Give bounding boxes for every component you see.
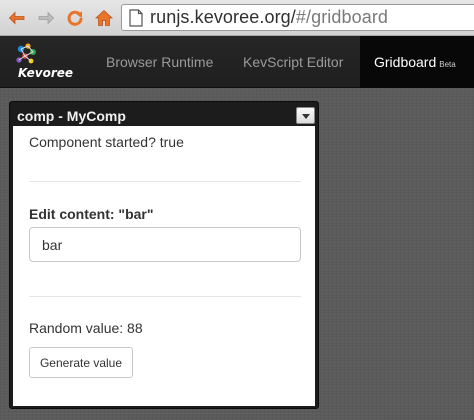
- logo-wordmark: Kevoree: [18, 66, 73, 80]
- address-bar[interactable]: runjs.kevoree.org/#/gridboard: [121, 4, 474, 31]
- edit-content-label: Edit content: "bar": [29, 206, 154, 222]
- beta-badge: Beta: [439, 60, 456, 69]
- random-value-label: Random value: 88: [29, 320, 143, 336]
- app-navbar: Kevoree Browser Runtime KevScript Editor…: [0, 36, 474, 88]
- kevoree-logo[interactable]: Kevoree: [12, 42, 76, 82]
- widget-body: Component started? true Edit content: "b…: [13, 126, 315, 406]
- url-path: #/gridboard: [295, 7, 389, 27]
- widget-menu-button[interactable]: [296, 107, 315, 124]
- divider: [29, 181, 301, 182]
- browser-toolbar: runjs.kevoree.org/#/gridboard: [0, 0, 474, 36]
- divider: [29, 296, 301, 297]
- nav-kevscript-editor[interactable]: KevScript Editor: [243, 36, 343, 88]
- url-text: runjs.kevoree.org/#/gridboard: [150, 7, 388, 28]
- forward-arrow-icon[interactable]: [37, 9, 55, 27]
- component-widget[interactable]: comp - MyComp Component started? true Ed…: [9, 101, 319, 409]
- reload-icon[interactable]: [66, 9, 84, 27]
- widget-title: comp - MyComp: [17, 108, 126, 124]
- generate-value-button[interactable]: Generate value: [29, 347, 133, 378]
- nav-gridboard[interactable]: Gridboard Beta: [360, 36, 474, 88]
- home-icon[interactable]: [95, 9, 113, 27]
- nav-gridboard-label: Gridboard: [374, 54, 437, 70]
- edit-content-input[interactable]: [29, 227, 301, 262]
- nav-browser-runtime[interactable]: Browser Runtime: [106, 36, 213, 88]
- back-arrow-icon[interactable]: [8, 9, 26, 27]
- page-icon: [129, 8, 143, 27]
- caret-down-icon: [302, 114, 310, 119]
- component-status: Component started? true: [29, 134, 184, 150]
- url-host: runjs.kevoree.org/: [150, 7, 296, 27]
